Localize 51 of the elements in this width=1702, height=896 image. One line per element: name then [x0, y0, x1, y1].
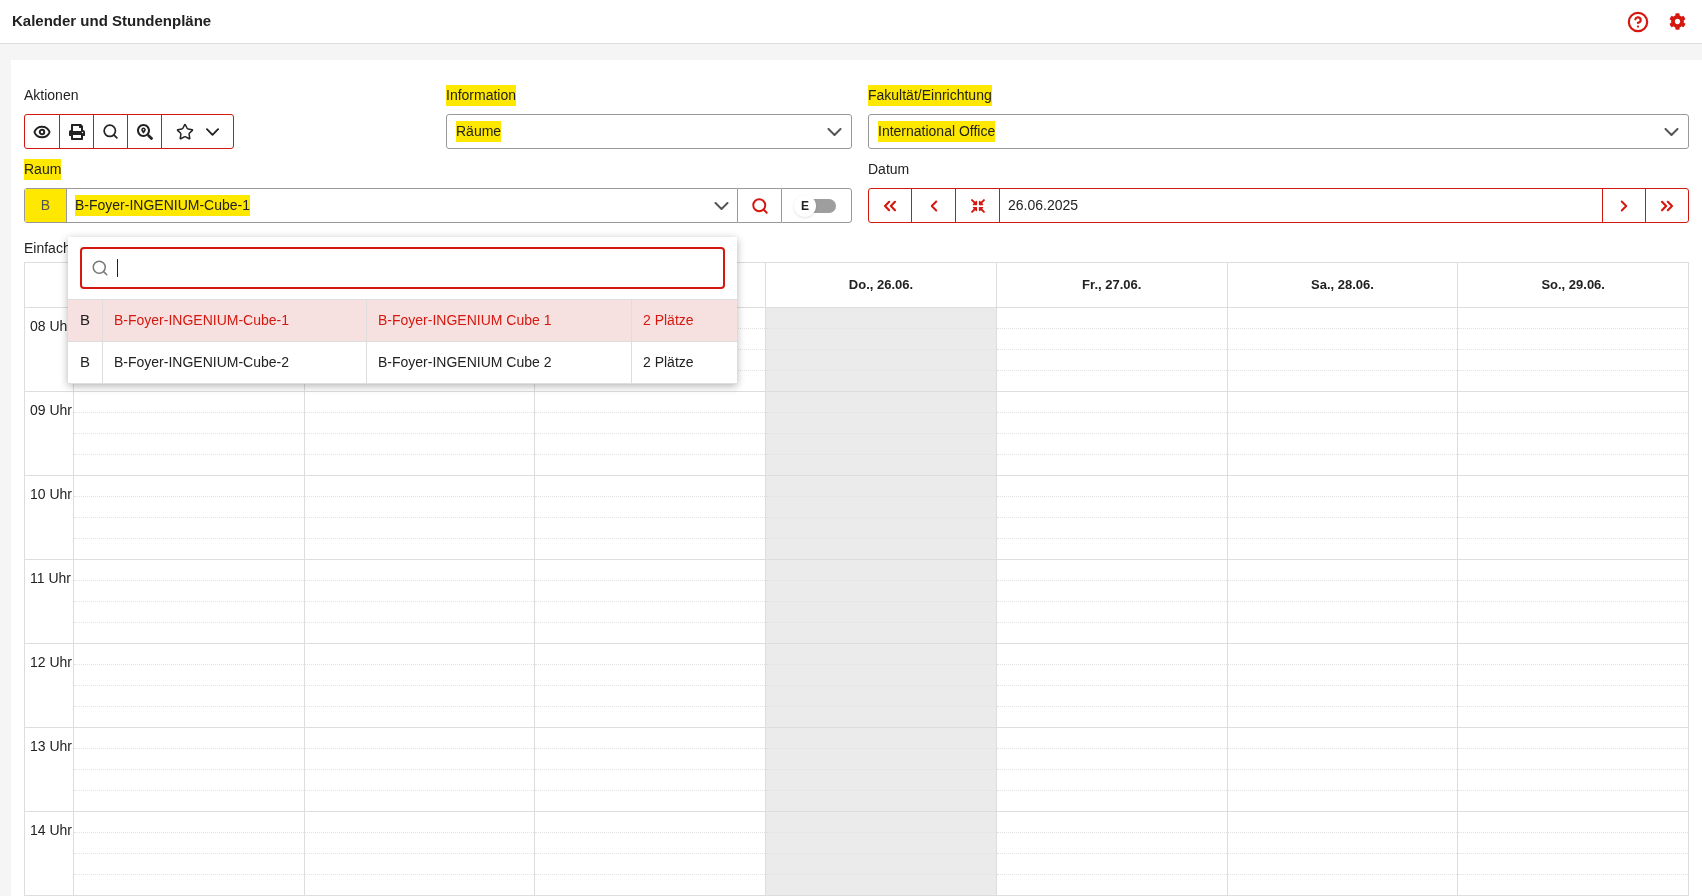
field-label: Datum	[868, 160, 910, 179]
hour-label: 12 Uhr	[30, 654, 73, 670]
field-label: Raum	[24, 159, 62, 180]
seats-cell-text: 2 Plätze	[642, 311, 695, 330]
room-description-cell: B-Foyer-INGENIUM Cube 2	[367, 342, 632, 383]
settings-icon[interactable]	[1669, 13, 1686, 30]
building-cell: B	[68, 342, 103, 383]
building-prefix: B	[25, 189, 67, 222]
hour-label: 09 Uhr	[30, 402, 73, 418]
select-value: Räume	[456, 121, 502, 142]
room-option[interactable]: B B-Foyer-INGENIUM-Cube-2 B-Foyer-INGENIUM Cube 2 2 Plätze	[68, 342, 737, 384]
faculty-select[interactable]: International Office	[868, 114, 1689, 149]
caret-icon	[1664, 127, 1679, 136]
hour-label: 13 Uhr	[30, 738, 73, 754]
room-name-cell: B-Foyer-INGENIUM-Cube-2	[103, 342, 367, 383]
page-title: Kalender und Stundenpläne	[12, 11, 212, 32]
help-icon[interactable]	[1627, 10, 1649, 33]
day-header: Sa., 28.06.	[1311, 276, 1374, 295]
select-value: International Office	[878, 121, 996, 142]
room-search-button[interactable]	[738, 188, 781, 223]
arrows-inward-icon	[970, 198, 985, 213]
field-label: Fakultät/Einrichtung	[868, 85, 992, 106]
information-select[interactable]: Räume	[446, 114, 852, 149]
star-icon	[176, 122, 194, 141]
room-name-cell: B-Foyer-INGENIUM-Cube-1	[103, 300, 367, 341]
day-header: Fr., 27.06.	[1082, 276, 1142, 295]
search-icon	[91, 259, 109, 277]
text-cursor-icon	[117, 259, 118, 277]
printer-icon	[68, 123, 85, 140]
hour-label: 14 Uhr	[30, 822, 73, 838]
caret-icon	[827, 127, 842, 136]
hour-label: 10 Uhr	[30, 486, 73, 502]
date-value[interactable]: 26.06.2025	[1000, 189, 1602, 222]
room-description-cell: B-Foyer-INGENIUM Cube 1	[367, 300, 632, 341]
select-value: B-Foyer-INGENIUM-Cube-1	[75, 195, 251, 216]
room-select[interactable]: B B-Foyer-INGENIUM-Cube-1	[24, 188, 738, 223]
field-label: Information	[446, 85, 517, 106]
magnifier-pin-icon	[136, 123, 153, 140]
search-icon	[102, 123, 119, 140]
search-icon	[750, 196, 769, 215]
hour-label: 08 Uh	[30, 318, 68, 334]
search-field[interactable]	[80, 247, 725, 289]
building-cell: B	[68, 300, 103, 341]
room-option[interactable]: B B-Foyer-INGENIUM-Cube-1 B-Foyer-INGENIUM Cube 1 2 Plätze	[68, 300, 737, 342]
seats-cell-text: 2 Plätze	[642, 353, 695, 372]
day-header: Do., 26.06.	[848, 276, 914, 295]
caret-icon	[714, 201, 729, 210]
field-label: Aktionen	[24, 86, 79, 105]
hour-label: 11 Uhr	[30, 570, 71, 586]
caret-icon	[206, 127, 219, 136]
day-header: So., 29.06.	[1541, 276, 1605, 295]
